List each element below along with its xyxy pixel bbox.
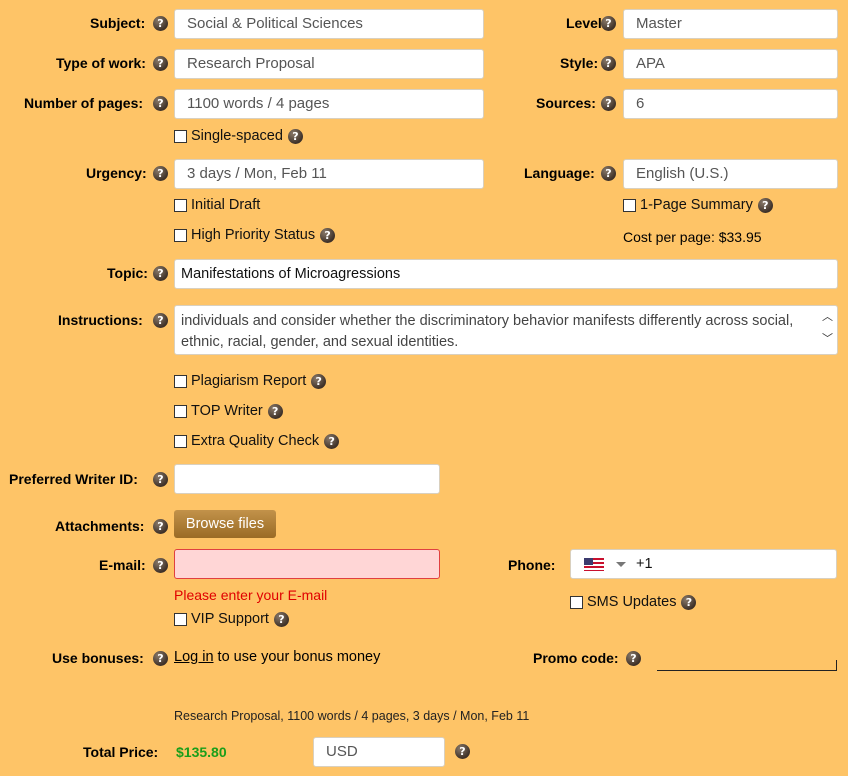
type-of-work-select[interactable]: Research Proposal [174, 49, 484, 79]
topic-input[interactable]: Manifestations of Microagressions [174, 259, 838, 289]
instructions-help-icon[interactable]: ? [153, 313, 168, 328]
flag-canton [584, 558, 593, 565]
total-price-value: $135.80 [176, 744, 227, 760]
instructions-label: Instructions: [58, 312, 143, 328]
high-priority-text: High Priority Status [191, 227, 316, 243]
login-link[interactable]: Log in [174, 649, 214, 665]
one-page-summary-text: 1-Page Summary [640, 197, 753, 213]
attachments-label: Attachments: [55, 518, 145, 534]
language-select[interactable]: English (U.S.) [623, 159, 838, 189]
checkbox-box[interactable] [174, 228, 187, 242]
checkbox-box[interactable] [174, 129, 187, 143]
level-select[interactable]: Master [623, 9, 838, 39]
checkbox-box[interactable] [174, 612, 187, 626]
language-label: Language: [524, 165, 595, 181]
top-writer-checkbox[interactable]: TOP Writer ? [174, 403, 283, 419]
total-price-label: Total Price: [83, 744, 159, 760]
subject-select[interactable]: Social & Political Sciences [174, 9, 484, 39]
instructions-text: individuals and consider whether the dis… [181, 313, 794, 350]
scroll-down-icon[interactable]: ﹀ [822, 330, 833, 346]
writer-id-help-icon[interactable]: ? [153, 472, 168, 487]
order-summary: Research Proposal, 1100 words / 4 pages,… [174, 709, 530, 723]
email-input[interactable] [174, 549, 440, 579]
currency-select[interactable]: USD [313, 737, 445, 767]
bonuses-label: Use bonuses: [52, 650, 144, 666]
extra-quality-text: Extra Quality Check [191, 433, 320, 449]
initial-draft-checkbox[interactable]: Initial Draft [174, 197, 260, 213]
email-error: Please enter your E-mail [174, 587, 328, 603]
high-priority-help-icon[interactable]: ? [320, 227, 336, 243]
one-page-summary-checkbox[interactable]: 1-Page Summary ? [623, 197, 773, 213]
writer-id-input[interactable] [174, 464, 440, 494]
subject-label: Subject: [90, 15, 146, 31]
checkbox-box[interactable] [174, 198, 187, 212]
style-help-icon[interactable]: ? [601, 56, 616, 71]
plagiarism-report-checkbox[interactable]: Plagiarism Report ? [174, 373, 327, 389]
urgency-help-icon[interactable]: ? [153, 166, 168, 181]
top-writer-text: TOP Writer [191, 403, 263, 419]
single-spaced-help-icon[interactable]: ? [287, 128, 303, 144]
checkbox-box[interactable] [174, 404, 187, 418]
one-page-summary-help-icon[interactable]: ? [757, 197, 773, 213]
instructions-textarea[interactable]: individuals and consider whether the dis… [174, 305, 838, 355]
subject-help-icon[interactable]: ? [153, 16, 168, 31]
checkbox-box[interactable] [623, 198, 636, 212]
urgency-select[interactable]: 3 days / Mon, Feb 11 [174, 159, 484, 189]
email-label: E-mail: [99, 557, 146, 573]
attachments-help-icon[interactable]: ? [153, 519, 168, 534]
style-select[interactable]: APA [623, 49, 838, 79]
style-label: Style: [560, 55, 599, 71]
browse-files-button[interactable]: Browse files [174, 510, 276, 538]
pages-select[interactable]: 1100 words / 4 pages [174, 89, 484, 119]
phone-label: Phone: [508, 557, 556, 573]
scroll-up-icon[interactable]: ︿ [822, 308, 833, 324]
pages-label: Number of pages: [24, 95, 144, 111]
single-spaced-text: Single-spaced [191, 128, 283, 144]
sms-updates-help-icon[interactable]: ? [681, 594, 697, 610]
promo-label: Promo code: [533, 650, 619, 666]
extra-quality-checkbox[interactable]: Extra Quality Check ? [174, 433, 340, 449]
sms-updates-checkbox[interactable]: SMS Updates ? [570, 594, 697, 610]
topic-help-icon[interactable]: ? [153, 266, 168, 281]
vip-support-checkbox[interactable]: VIP Support ? [174, 611, 289, 627]
topic-label: Topic: [107, 265, 148, 281]
top-writer-help-icon[interactable]: ? [267, 403, 283, 419]
phone-input[interactable]: +1 [570, 549, 837, 579]
sources-input[interactable]: 6 [623, 89, 838, 119]
vip-support-help-icon[interactable]: ? [273, 611, 289, 627]
bonuses-line: Log in to use your bonus money [174, 649, 380, 665]
writer-id-label: Preferred Writer ID: [9, 471, 138, 487]
checkbox-box[interactable] [174, 434, 187, 448]
type-of-work-help-icon[interactable]: ? [153, 56, 168, 71]
plagiarism-report-text: Plagiarism Report [191, 373, 307, 389]
high-priority-checkbox[interactable]: High Priority Status ? [174, 227, 336, 243]
sources-label: Sources: [536, 95, 596, 111]
language-help-icon[interactable]: ? [601, 166, 616, 181]
single-spaced-checkbox[interactable]: Single-spaced ? [174, 128, 303, 144]
initial-draft-text: Initial Draft [191, 197, 261, 213]
checkbox-box[interactable] [174, 374, 187, 388]
level-help-icon[interactable]: ? [601, 16, 616, 31]
checkbox-box[interactable] [570, 595, 583, 609]
pages-help-icon[interactable]: ? [153, 96, 168, 111]
extra-quality-help-icon[interactable]: ? [324, 433, 340, 449]
urgency-label: Urgency: [86, 165, 147, 181]
bonuses-help-icon[interactable]: ? [153, 651, 168, 666]
currency-help-icon[interactable]: ? [455, 744, 470, 759]
phone-code: +1 [636, 556, 653, 572]
promo-help-icon[interactable]: ? [626, 651, 641, 666]
email-help-icon[interactable]: ? [153, 558, 168, 573]
bonuses-text: to use your bonus money [217, 649, 381, 665]
sms-updates-text: SMS Updates [587, 594, 677, 610]
vip-support-text: VIP Support [191, 611, 269, 627]
plagiarism-report-help-icon[interactable]: ? [311, 373, 327, 389]
type-of-work-label: Type of work: [56, 55, 146, 71]
cost-per-page: Cost per page: $33.95 [623, 229, 762, 245]
chevron-down-icon[interactable] [616, 562, 626, 567]
us-flag-icon[interactable] [584, 558, 604, 571]
promo-input[interactable] [657, 660, 837, 671]
sources-help-icon[interactable]: ? [601, 96, 616, 111]
